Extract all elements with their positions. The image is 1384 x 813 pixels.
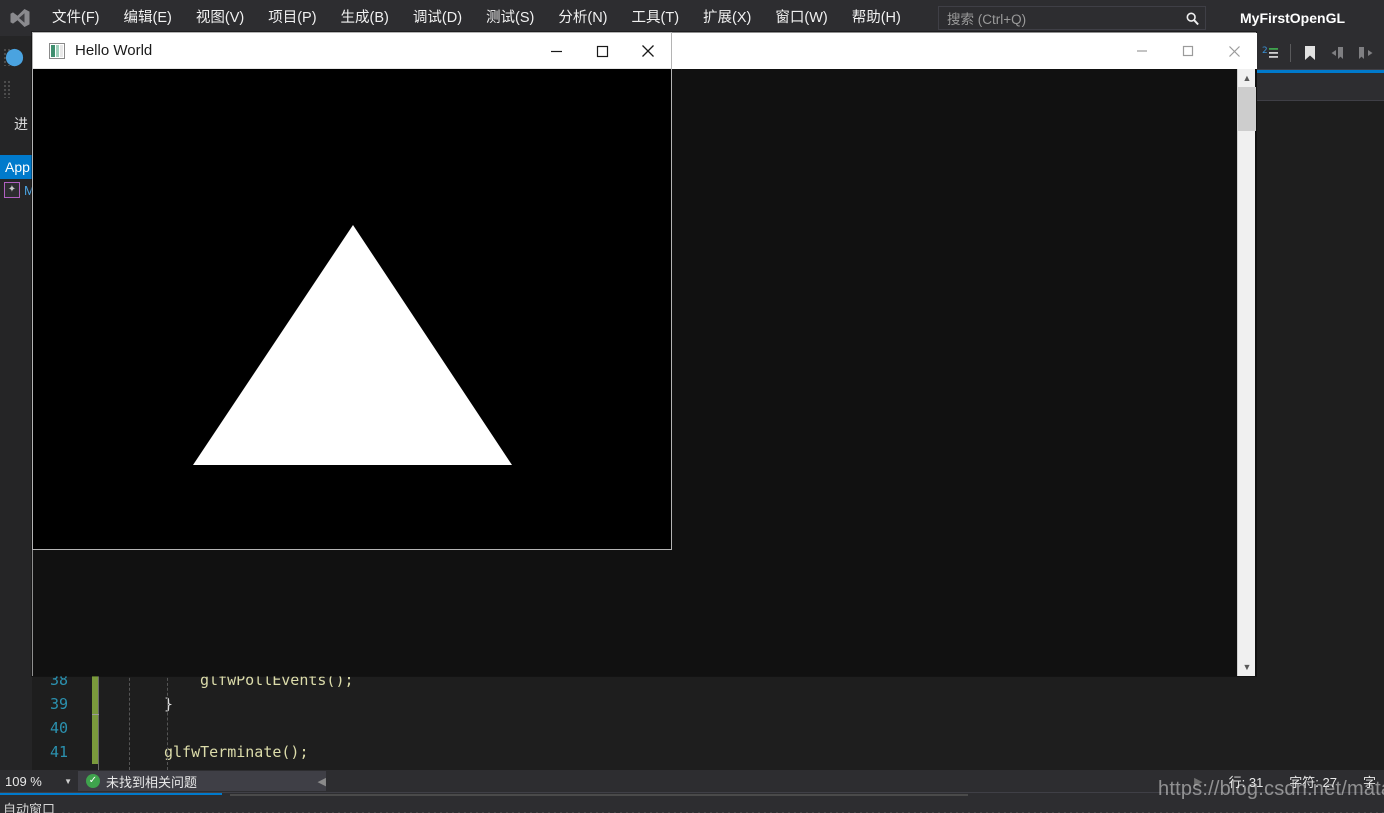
maximize-icon[interactable] [1165, 33, 1211, 69]
caret-line: 行: 31 [1228, 774, 1264, 790]
code-line: 40 [32, 716, 1384, 740]
chevron-down-icon[interactable]: ▼ [64, 777, 72, 786]
error-list-summary[interactable]: ✓ 未找到相关问题 ◀ [78, 771, 326, 791]
svg-text:2: 2 [1262, 46, 1268, 56]
right-triangle-icon[interactable]: ▶ [1194, 775, 1202, 788]
opengl-triangle-scene [33, 69, 671, 549]
menu-item-extensions[interactable]: 扩展(X) [691, 0, 763, 36]
search-icon [1179, 7, 1205, 29]
code-line: 39 } [32, 692, 1384, 716]
bottom-tool-panel: 自动窗口 — ⯐ ✕ 调用堆栈 [0, 792, 1384, 813]
menu-item-help[interactable]: 帮助(H) [840, 0, 913, 36]
menu-item-file[interactable]: 文件(F) [40, 0, 112, 36]
close-icon[interactable] [625, 33, 671, 69]
line-number: 39 [49, 695, 68, 713]
collapse-rule [98, 668, 99, 770]
rail-grip-second[interactable] [3, 80, 11, 98]
quick-launch-search[interactable]: 搜索 (Ctrl+Q) [938, 6, 1206, 30]
menu-item-tools[interactable]: 工具(T) [620, 0, 692, 36]
menu-item-view[interactable]: 视图(V) [184, 0, 256, 36]
zoom-level: 109 % [5, 773, 42, 789]
left-rail: ⬤ 进 App ✦ M [0, 36, 32, 781]
collapse-tick[interactable] [92, 714, 99, 715]
next-bookmark-icon[interactable] [1352, 39, 1380, 67]
project-title: MyFirstOpenGL [1240, 10, 1346, 26]
hello-world-titlebar[interactable]: Hello World [33, 33, 671, 69]
menu-items: 文件(F) 编辑(E) 视图(V) 项目(P) 生成(B) 调试(D) 测试(S… [40, 0, 913, 36]
rail-label-progress: 进 [14, 116, 28, 132]
code-text: } [164, 695, 174, 713]
menu-item-edit[interactable]: 编辑(E) [112, 0, 184, 36]
menu-item-test[interactable]: 测试(S) [474, 0, 546, 36]
chevron-up-icon[interactable]: ▲ [1238, 69, 1256, 87]
previous-bookmark-icon[interactable] [1324, 39, 1352, 67]
menu-item-debug[interactable]: 调试(D) [401, 0, 474, 36]
tab-autos[interactable]: 自动窗口 [0, 799, 55, 813]
status-bar: 109 % ▼ ✓ 未找到相关问题 ◀ ▶ 行: 31 字符: 27 字 [0, 770, 1384, 792]
search-input[interactable]: 搜索 (Ctrl+Q) [939, 8, 1179, 28]
code-line: 41 glfwTerminate(); [32, 740, 1384, 764]
rail-item-node[interactable]: ✦ M [4, 182, 32, 198]
background-dialog-scrollbar[interactable]: ▲ ▼ [1237, 69, 1256, 676]
scrollbar-thumb[interactable] [1238, 87, 1256, 131]
menu-item-analyze[interactable]: 分析(N) [546, 0, 619, 36]
caret-extra: 字 [1362, 774, 1376, 790]
indent-guide [129, 668, 130, 770]
zoom-selector[interactable]: 109 % ▼ [0, 770, 78, 792]
code-text: glfwTerminate(); [164, 743, 309, 761]
error-list-text: 未找到相关问题 [106, 774, 198, 790]
menu-item-build[interactable]: 生成(B) [329, 0, 401, 36]
chevron-down-icon[interactable]: ▼ [1238, 658, 1256, 676]
uncomment-selection-icon[interactable]: 2 [1257, 39, 1285, 67]
hello-world-window[interactable]: Hello World [32, 32, 672, 550]
panel-inactive-underline [230, 794, 968, 796]
rail-item-app[interactable]: App [0, 155, 32, 179]
indent-guide [167, 668, 168, 770]
hello-world-window-controls [533, 33, 671, 69]
rail-node-label: M [24, 182, 32, 198]
code-lines[interactable]: 38 glfwPollEvents(); 39 } 40 41 glfwTerm… [32, 668, 1384, 770]
menu-bar: 文件(F) 编辑(E) 视图(V) 项目(P) 生成(B) 调试(D) 测试(S… [0, 0, 1384, 36]
back-arrow-icon[interactable]: ⬤ [5, 48, 24, 65]
left-triangle-icon[interactable]: ◀ [318, 775, 326, 788]
menu-item-window[interactable]: 窗口(W) [763, 0, 839, 36]
toolbar-separator [1290, 44, 1291, 62]
class-members-icon: ✦ [4, 182, 20, 198]
minimize-icon[interactable] [1119, 33, 1165, 69]
menu-item-project[interactable]: 项目(P) [256, 0, 328, 36]
caret-column: 字符: 27 [1289, 774, 1337, 790]
close-icon[interactable] [1211, 33, 1257, 69]
hello-world-title: Hello World [75, 42, 153, 59]
toggle-bookmark-icon[interactable] [1296, 39, 1324, 67]
line-number: 41 [49, 743, 68, 761]
panel-active-underline [0, 793, 222, 795]
background-dialog-controls [1119, 33, 1257, 69]
minimize-icon[interactable] [533, 33, 579, 69]
maximize-icon[interactable] [579, 33, 625, 69]
caret-position-group: 行: 31 字符: 27 字 [1229, 772, 1384, 791]
opengl-app-icon [49, 42, 65, 59]
check-circle-icon: ✓ [86, 774, 100, 788]
screenshot-root: 文件(F) 编辑(E) 视图(V) 项目(P) 生成(B) 调试(D) 测试(S… [0, 0, 1384, 813]
line-number: 40 [49, 719, 68, 737]
opengl-canvas[interactable] [33, 69, 671, 549]
visual-studio-logo-icon [0, 0, 40, 36]
